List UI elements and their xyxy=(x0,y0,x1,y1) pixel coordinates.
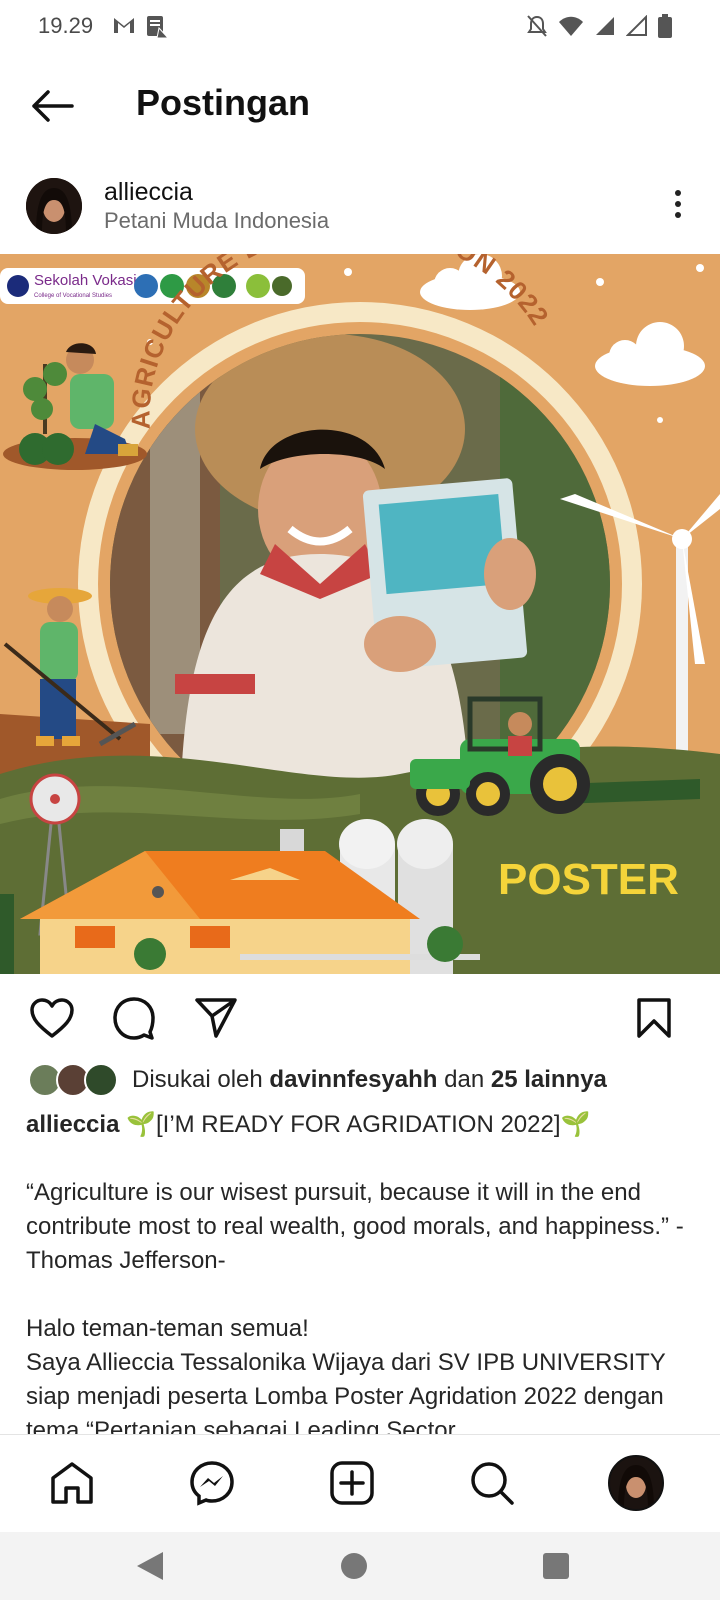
comment-button[interactable] xyxy=(110,994,158,1042)
sponsor-logo-bar: Sekolah Vokasi College of Vocational Stu… xyxy=(0,268,305,304)
nav-profile[interactable] xyxy=(606,1453,666,1513)
likes-others-count[interactable]: 25 lainnya xyxy=(491,1066,607,1093)
caption-container: allieccia 🌱[I’M READY FOR AGRIDATION 202… xyxy=(0,1108,720,1434)
logo-text: Sekolah Vokasi xyxy=(34,272,137,289)
nav-search[interactable] xyxy=(462,1453,522,1513)
liker-avatars xyxy=(28,1063,120,1097)
avatar xyxy=(84,1063,118,1097)
caption-headline: 🌱[I’M READY FOR AGRIDATION 2022]🌱 xyxy=(126,1111,591,1138)
caption-body: Saya Allieccia Tessalonika Wijaya dari S… xyxy=(26,1349,666,1434)
share-button[interactable] xyxy=(192,994,240,1042)
search-icon xyxy=(471,1462,514,1505)
profile-avatar xyxy=(608,1455,664,1511)
battery-icon xyxy=(658,14,672,38)
like-button[interactable] xyxy=(28,994,76,1042)
status-right-icons xyxy=(526,14,672,38)
comment-icon xyxy=(113,997,155,1040)
heart-icon xyxy=(30,998,74,1038)
likes-row[interactable]: Disukai oleh davinnfesyahh dan 25 lainny… xyxy=(28,1060,607,1100)
caption-headline-line: allieccia 🌱[I’M READY FOR AGRIDATION 202… xyxy=(26,1108,696,1142)
system-home-button[interactable] xyxy=(334,1546,374,1586)
bookmark-icon xyxy=(637,998,671,1038)
status-time: 19.29 xyxy=(38,13,94,38)
back-arrow-icon xyxy=(32,90,74,122)
more-options-button[interactable] xyxy=(666,184,690,224)
wifi-icon xyxy=(559,16,583,36)
app-header: Postingan xyxy=(0,52,720,156)
post-username[interactable]: allieccia xyxy=(104,178,193,207)
status-left-icons xyxy=(112,14,170,38)
post-actions xyxy=(0,990,720,1046)
back-triangle-icon xyxy=(137,1552,163,1580)
gmail-icon xyxy=(114,18,134,33)
post-image[interactable]: Sekolah Vokasi College of Vocational Stu… xyxy=(0,254,720,974)
messenger-icon xyxy=(190,1461,234,1506)
likes-text: Disukai oleh davinnfesyahh dan 25 lainny… xyxy=(132,1066,607,1094)
likes-prefix: Disukai oleh xyxy=(132,1066,263,1093)
more-dot-icon xyxy=(675,190,681,196)
post-header: allieccia Petani Muda Indonesia xyxy=(0,168,720,244)
save-button[interactable] xyxy=(630,994,678,1042)
home-icon xyxy=(51,1462,93,1504)
likes-and: dan xyxy=(444,1066,485,1093)
system-recents-button[interactable] xyxy=(536,1546,576,1586)
logo-subtext: College of Vocational Studies xyxy=(34,293,112,299)
system-navigation xyxy=(0,1532,720,1600)
caption: allieccia 🌱[I’M READY FOR AGRIDATION 202… xyxy=(26,1108,696,1434)
status-bar: 19.29 xyxy=(0,0,720,52)
create-icon xyxy=(330,1461,374,1505)
liker-username[interactable]: davinnfesyahh xyxy=(269,1066,437,1093)
signal-icon xyxy=(596,17,614,35)
poster-label: POSTER xyxy=(498,855,679,904)
more-dot-icon xyxy=(675,212,681,218)
nav-home[interactable] xyxy=(42,1453,102,1513)
recents-square-icon xyxy=(543,1553,569,1579)
page-title: Postingan xyxy=(136,82,311,123)
home-circle-icon xyxy=(341,1553,367,1579)
mute-icon xyxy=(527,15,547,37)
system-back-button[interactable] xyxy=(130,1546,170,1586)
nav-messenger[interactable] xyxy=(182,1453,242,1513)
more-dot-icon xyxy=(675,201,681,207)
caption-greeting: Halo teman-teman semua! xyxy=(26,1315,309,1342)
bottom-navigation xyxy=(0,1434,720,1532)
back-button[interactable] xyxy=(24,78,80,134)
nav-create[interactable] xyxy=(322,1453,382,1513)
sim-alert-icon xyxy=(147,16,169,38)
post-location[interactable]: Petani Muda Indonesia xyxy=(104,208,329,234)
send-icon xyxy=(195,998,237,1038)
caption-quote: “Agriculture is our wisest pursuit, beca… xyxy=(26,1179,684,1274)
signal-icon-2 xyxy=(626,15,647,36)
caption-username[interactable]: allieccia xyxy=(26,1111,119,1138)
post-author-avatar[interactable] xyxy=(26,178,82,234)
